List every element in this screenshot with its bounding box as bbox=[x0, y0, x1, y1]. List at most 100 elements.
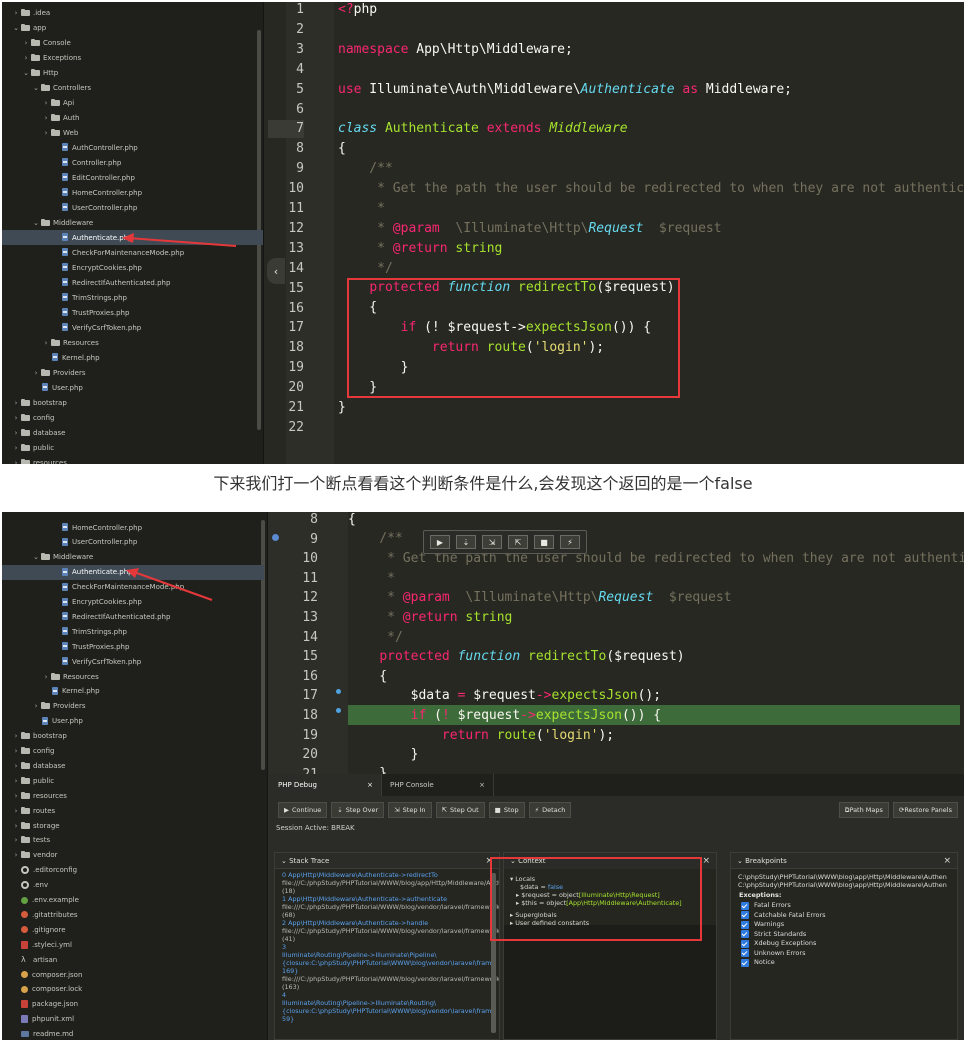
exception-checkbox-fatal-errors[interactable]: Fatal Errors bbox=[731, 901, 957, 911]
stack-frame-link[interactable]: 59} bbox=[275, 1015, 499, 1023]
checkbox-icon[interactable] bbox=[741, 930, 749, 939]
exception-checkbox-warnings[interactable]: Warnings bbox=[731, 920, 957, 930]
tree-item-package-json[interactable]: package.json bbox=[2, 997, 264, 1012]
line-number[interactable]: 17 bbox=[282, 687, 318, 705]
tree-item-verifycsrftoken-php[interactable]: VerifyCsrfToken.php bbox=[2, 320, 263, 335]
stack-frame-link[interactable]: {closure:C:\phpStudy\PHPTutorial\WWW\blo… bbox=[275, 959, 499, 967]
tree-item-config[interactable]: › config bbox=[2, 744, 264, 759]
tree-item-env-example[interactable]: .env.example bbox=[2, 893, 264, 908]
tree-item-app[interactable]: ⌄ app bbox=[2, 20, 263, 35]
breakpoint-entry[interactable]: C:\phpStudy\PHPTutorial\WWW\blog\app\Htt… bbox=[731, 873, 957, 881]
tab-php-console[interactable]: PHP Console × bbox=[382, 774, 494, 796]
chevron-down-icon[interactable]: ⌄ bbox=[12, 24, 20, 32]
debug-toolbar[interactable]: ▶ Continue ⇣ Step Over ⇲ Step In ⇱ Step Out ■ Sto… bbox=[270, 800, 964, 820]
tree-item-redirectifauthenticated-php[interactable]: RedirectIfAuthenticated.php bbox=[2, 275, 263, 290]
detach-button[interactable]: ⚡ Detach bbox=[528, 802, 572, 818]
chevron-right-icon[interactable]: › bbox=[12, 459, 20, 465]
step-over-button[interactable]: ⇣ Step Over bbox=[331, 802, 385, 818]
exception-checkbox-xdebug-exceptions[interactable]: Xdebug Exceptions bbox=[731, 939, 957, 949]
path-maps-button[interactable]: ⧉Path Maps bbox=[838, 802, 889, 818]
step-out-button[interactable]: ⇱ Step Out bbox=[435, 802, 485, 818]
chevron-right-icon[interactable]: › bbox=[42, 99, 50, 107]
stack-frame-link[interactable]: 1 App\Http\Middleware\Authenticate->auth… bbox=[275, 895, 499, 903]
tree-item-vendor[interactable]: › vendor bbox=[2, 848, 264, 863]
checkbox-icon[interactable] bbox=[741, 939, 749, 948]
line-number[interactable]: 10 bbox=[268, 180, 304, 198]
close-icon[interactable]: × bbox=[943, 856, 951, 866]
close-icon[interactable]: × bbox=[367, 781, 373, 789]
chevron-right-icon[interactable]: › bbox=[12, 762, 20, 770]
chevron-down-icon[interactable]: ⌄ bbox=[32, 553, 40, 561]
tree-item-verifycsrftoken-php[interactable]: VerifyCsrfToken.php bbox=[2, 654, 264, 669]
tree-item-api[interactable]: › Api bbox=[2, 95, 263, 110]
breakpoints-panel[interactable]: ⌄ Breakpoints × C:\phpStudy\PHPTutorial\W… bbox=[730, 852, 958, 1040]
stack-frame-link[interactable]: {closure:C:\phpStudy\PHPTutorial\WWW\blo… bbox=[275, 1007, 499, 1015]
chevron-right-icon[interactable]: › bbox=[12, 777, 20, 785]
detach-icon[interactable]: ⚡ bbox=[560, 535, 580, 549]
chevron-right-icon[interactable]: › bbox=[12, 9, 20, 17]
tree-item-styleci-yml[interactable]: .styleci.yml bbox=[2, 937, 264, 952]
tree-item-trustproxies-php[interactable]: TrustProxies.php bbox=[2, 639, 264, 654]
tree-item-resources[interactable]: › Resources bbox=[2, 335, 263, 350]
stop-button[interactable]: ■ Stop bbox=[488, 802, 525, 818]
tree-item-homecontroller-php[interactable]: HomeController.php bbox=[2, 185, 263, 200]
tree-item-user-php[interactable]: User.php bbox=[2, 380, 263, 395]
chevron-right-icon[interactable]: › bbox=[32, 369, 40, 377]
chevron-right-icon[interactable]: › bbox=[32, 702, 40, 710]
breakpoint-entry[interactable]: C:\phpStudy\PHPTutorial\WWW\blog\app\Htt… bbox=[731, 881, 957, 889]
tree-item-trimstrings-php[interactable]: TrimStrings.php bbox=[2, 624, 264, 639]
step-over-icon[interactable]: ⇣ bbox=[456, 535, 476, 549]
line-number[interactable]: 3 bbox=[268, 41, 304, 59]
line-number[interactable]: 8 bbox=[282, 512, 318, 529]
tree-item-providers[interactable]: › Providers bbox=[2, 365, 263, 380]
stack-frame-link[interactable]: Illuminate\Routing\Pipeline->Illuminate\… bbox=[275, 951, 499, 959]
breakpoint-icon[interactable] bbox=[272, 534, 279, 541]
line-number[interactable]: 7 bbox=[268, 120, 304, 139]
chevron-right-icon[interactable]: › bbox=[12, 429, 20, 437]
tree-item-authcontroller-php[interactable]: AuthController.php bbox=[2, 140, 263, 155]
tree-item-trimstrings-php[interactable]: TrimStrings.php bbox=[2, 290, 263, 305]
panel-tabs[interactable]: PHP Debug × PHP Console × bbox=[270, 774, 964, 796]
chevron-right-icon[interactable]: › bbox=[42, 339, 50, 347]
chevron-down-icon[interactable]: ⌄ bbox=[32, 219, 40, 227]
tree-item-console[interactable]: › Console bbox=[2, 35, 263, 50]
tree-item-tests[interactable]: › tests bbox=[2, 833, 264, 848]
tree-item-controllers[interactable]: ⌄ Controllers bbox=[2, 80, 263, 95]
line-number[interactable]: 19 bbox=[282, 727, 318, 745]
restore-panels-button[interactable]: ⟳Restore Panels bbox=[892, 802, 958, 818]
tree-item-readme-md[interactable]: readme.md bbox=[2, 1027, 264, 1040]
exception-checkbox-catchable-fatal-errors[interactable]: Catchable Fatal Errors bbox=[731, 911, 957, 921]
tree-item-env[interactable]: .env bbox=[2, 878, 264, 893]
chevron-right-icon[interactable]: › bbox=[12, 792, 20, 800]
line-number[interactable]: 19 bbox=[268, 359, 304, 377]
exception-checkbox-notice[interactable]: Notice bbox=[731, 958, 957, 968]
stack-frame-link[interactable]: 4 bbox=[275, 991, 499, 999]
line-number[interactable]: 20 bbox=[268, 379, 304, 397]
chevron-right-icon[interactable]: › bbox=[12, 836, 20, 844]
stack-trace-list[interactable]: 0 App\Http\Middleware\Authenticate->redi… bbox=[275, 869, 499, 1023]
stack-frame-link[interactable]: 169} bbox=[275, 967, 499, 975]
tree-item-gitattributes[interactable]: .gitattributes bbox=[2, 907, 264, 922]
tree-item-resources[interactable]: › resources bbox=[2, 788, 264, 803]
line-number[interactable]: 21 bbox=[268, 399, 304, 417]
line-number[interactable]: 14 bbox=[282, 629, 318, 647]
continue-button[interactable]: ▶ Continue bbox=[278, 802, 328, 818]
stack-frame-link[interactable]: 3 bbox=[275, 943, 499, 951]
line-number[interactable]: 18 bbox=[282, 707, 318, 725]
checkbox-icon[interactable] bbox=[741, 920, 749, 929]
stack-frame-link[interactable]: 0 App\Http\Middleware\Authenticate->redi… bbox=[275, 871, 499, 879]
chevron-right-icon[interactable]: › bbox=[12, 807, 20, 815]
line-number[interactable]: 14 bbox=[268, 260, 304, 278]
tree-item-gitignore[interactable]: .gitignore bbox=[2, 922, 264, 937]
checkbox-icon[interactable] bbox=[741, 958, 749, 967]
tree-item-kernel-php[interactable]: Kernel.php bbox=[2, 350, 263, 365]
tree-item-database[interactable]: › database bbox=[2, 425, 263, 440]
chevron-right-icon[interactable]: › bbox=[42, 129, 50, 137]
chevron-right-icon[interactable]: › bbox=[12, 414, 20, 422]
line-number[interactable]: 9 bbox=[268, 160, 304, 178]
tree-item-bootstrap[interactable]: › bootstrap bbox=[2, 395, 263, 410]
tree-item-routes[interactable]: › routes bbox=[2, 803, 264, 818]
stack-frame-link[interactable]: Illuminate\Routing\Pipeline->Illuminate\… bbox=[275, 999, 499, 1007]
checkbox-icon[interactable] bbox=[741, 911, 749, 920]
tree-item-editorconfig[interactable]: .editorconfig bbox=[2, 863, 264, 878]
